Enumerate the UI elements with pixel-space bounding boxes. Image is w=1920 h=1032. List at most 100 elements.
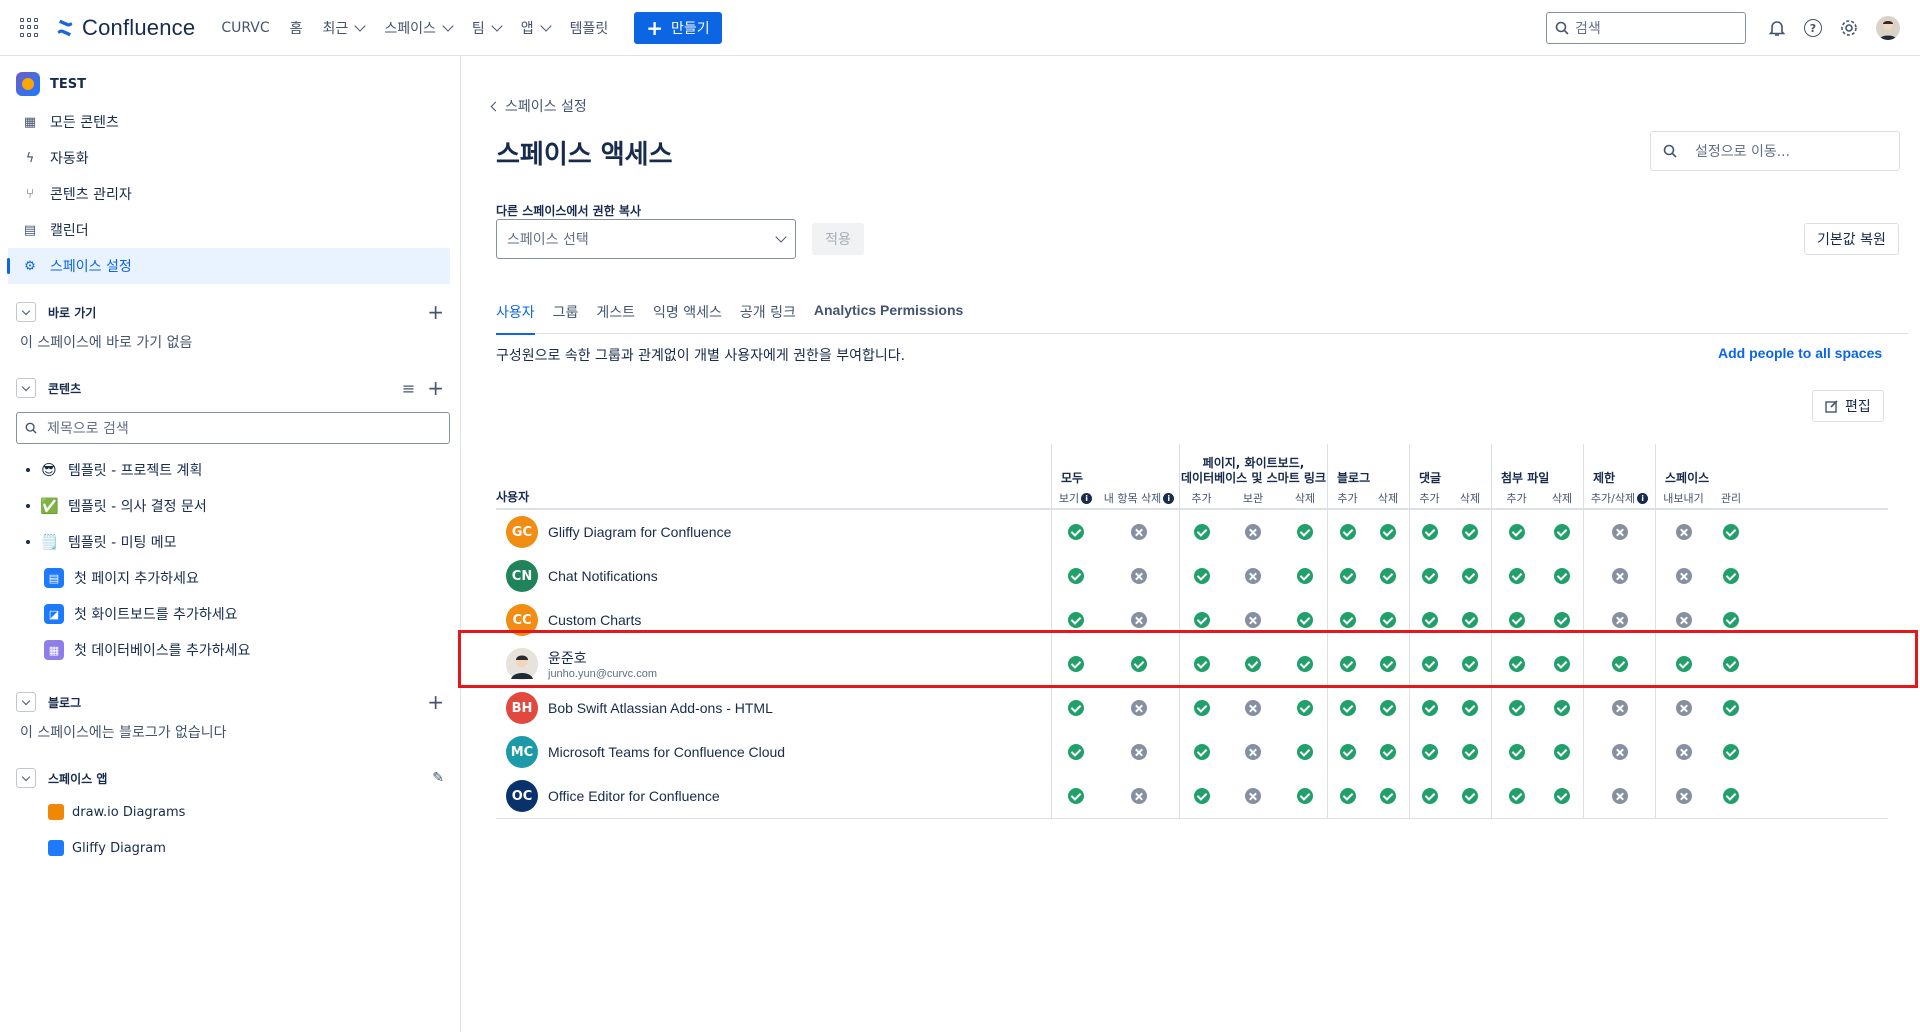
table-row: 윤준호 junho.yun@curvc.com xyxy=(496,642,1888,686)
check-circle-icon xyxy=(1421,700,1438,716)
check-circle-icon xyxy=(1508,612,1525,628)
space-select-dropdown[interactable]: 스페이스 선택 xyxy=(496,219,796,259)
tab-analytics-permissions[interactable]: Analytics Permissions xyxy=(814,302,963,334)
space-sidebar: TEST ▦ 모든 콘텐츠 ϟ 자동화 ⑂ 콘텐츠 관리자 ▤ 캘린더 ⚙ 스페… xyxy=(0,56,461,1032)
check-circle-icon xyxy=(1462,700,1478,716)
check-circle-icon xyxy=(1554,612,1570,628)
tab-public-links[interactable]: 공개 링크 xyxy=(740,302,796,334)
tree-item-decision-doc[interactable]: ✅ 템플릿 - 의사 결정 문서 xyxy=(0,488,460,524)
user-cell: GC Gliffy Diagram for Confluence xyxy=(496,510,1051,554)
permission-cell xyxy=(1099,510,1179,554)
app-item-drawio[interactable]: draw.io Diagrams xyxy=(0,794,460,830)
nav-recent[interactable]: 최근 xyxy=(323,18,366,38)
settings-goto-input[interactable]: 설정으로 이동... xyxy=(1650,131,1900,171)
section-title: 스페이스 앱 xyxy=(48,771,108,786)
tab-users[interactable]: 사용자 xyxy=(496,302,535,335)
check-circle-icon xyxy=(1067,612,1084,628)
app-switcher-icon[interactable] xyxy=(20,17,40,38)
permission-cell xyxy=(1223,598,1283,642)
notification-bell-icon[interactable] xyxy=(1768,19,1786,37)
user-name-block: Chat Notifications xyxy=(548,568,658,584)
sidebar-item-calendar[interactable]: ▤ 캘린더 xyxy=(0,212,460,248)
nav-spaces[interactable]: 스페이스 xyxy=(384,18,454,38)
permission-cell xyxy=(1409,730,1449,774)
space-header[interactable]: TEST xyxy=(0,56,460,104)
settings-gear-icon[interactable] xyxy=(1840,19,1858,37)
column-header: 보기 i xyxy=(1051,488,1099,508)
back-to-space-settings-link[interactable]: 스페이스 설정 xyxy=(490,96,587,116)
check-circle-icon xyxy=(1508,568,1525,584)
permission-cell xyxy=(1283,554,1327,598)
product-name: Confluence xyxy=(82,14,196,40)
create-button[interactable]: + 만들기 xyxy=(634,11,722,44)
permission-cell xyxy=(1283,686,1327,730)
help-icon[interactable]: ? xyxy=(1804,19,1822,37)
nav-templates[interactable]: 템플릿 xyxy=(570,18,609,38)
lightning-icon: ϟ xyxy=(25,150,35,166)
nav-curvc[interactable]: CURVC xyxy=(221,20,269,36)
user-avatar: BH xyxy=(506,692,538,724)
info-icon[interactable]: i xyxy=(1637,492,1649,504)
permission-cell xyxy=(1283,598,1327,642)
back-label: 스페이스 설정 xyxy=(505,99,587,115)
permission-cell xyxy=(1051,598,1099,642)
space-name: TEST xyxy=(50,76,86,92)
sidebar-item-all-content[interactable]: ▦ 모든 콘텐츠 xyxy=(0,104,460,140)
add-first-whiteboard-item[interactable]: ◪ 첫 화이트보드를 추가하세요 xyxy=(0,596,460,632)
add-shortcut-icon[interactable]: + xyxy=(427,300,444,324)
edit-pencil-icon[interactable]: ✎ xyxy=(432,770,444,786)
nav-teams[interactable]: 팀 xyxy=(472,18,503,38)
permission-cell xyxy=(1367,686,1409,730)
sidebar-item-space-settings[interactable]: ⚙ 스페이스 설정 xyxy=(7,248,450,284)
permission-cell xyxy=(1099,642,1179,686)
sidebar-item-automation[interactable]: ϟ 자동화 xyxy=(0,140,460,176)
check-circle-icon xyxy=(1723,612,1739,628)
collapse-shortcuts-button[interactable] xyxy=(16,302,36,322)
sidebar-item-label: 모든 콘텐츠 xyxy=(50,115,119,131)
info-icon[interactable]: i xyxy=(1163,492,1175,504)
info-icon[interactable]: i xyxy=(1081,492,1093,504)
permission-cell xyxy=(1449,554,1491,598)
collapse-apps-button[interactable] xyxy=(16,768,36,788)
user-avatar[interactable] xyxy=(1876,16,1900,40)
app-item-gliffy[interactable]: Gliffy Diagram xyxy=(0,830,460,866)
filter-icon[interactable]: ≡ xyxy=(402,379,415,398)
add-blog-icon[interactable]: + xyxy=(427,690,444,714)
user-avatar: GC xyxy=(506,516,538,548)
add-first-page-item[interactable]: ▤ 첫 페이지 추가하세요 xyxy=(0,560,460,596)
check-circle-icon xyxy=(1508,744,1525,760)
apply-button[interactable]: 적용 xyxy=(812,223,864,255)
collapse-blog-button[interactable] xyxy=(16,692,36,712)
add-content-icon[interactable]: + xyxy=(427,376,444,400)
check-circle-icon xyxy=(1193,656,1210,672)
permission-cell xyxy=(1367,510,1409,554)
space-avatar-icon xyxy=(16,72,40,96)
check-circle-icon xyxy=(1193,524,1210,540)
tree-item-meeting-notes[interactable]: 🗒️ 템플릿 - 미팅 메모 xyxy=(0,524,460,560)
content-title-search-input[interactable]: 제목으로 검색 xyxy=(16,412,450,444)
column-header-label: 추가 xyxy=(1419,492,1440,505)
tab-groups[interactable]: 그룹 xyxy=(553,302,579,334)
sidebar-item-content-manager[interactable]: ⑂ 콘텐츠 관리자 xyxy=(0,176,460,212)
add-people-to-all-spaces-link[interactable]: Add people to all spaces xyxy=(1718,345,1882,361)
edit-button[interactable]: 편집 xyxy=(1812,390,1884,422)
restore-defaults-button[interactable]: 기본값 복원 xyxy=(1804,223,1899,255)
content-manager-icon: ⑂ xyxy=(26,186,34,202)
check-circle-icon xyxy=(1380,700,1396,716)
nav-home[interactable]: 홈 xyxy=(290,18,303,38)
permission-cell xyxy=(1449,686,1491,730)
global-search-input[interactable]: 검색 xyxy=(1546,12,1746,44)
cross-circle-icon xyxy=(1131,788,1147,804)
check-circle-icon xyxy=(1339,568,1356,584)
tab-guests[interactable]: 게스트 xyxy=(596,302,635,334)
permission-cell xyxy=(1223,642,1283,686)
nav-apps[interactable]: 앱 xyxy=(521,18,552,38)
add-first-database-item[interactable]: ▦ 첫 데이터베이스를 추가하세요 xyxy=(0,632,460,668)
collapse-content-button[interactable] xyxy=(16,378,36,398)
tree-item-project-plan[interactable]: 😎 템플릿 - 프로젝트 계획 xyxy=(0,452,460,488)
confluence-logo[interactable]: Confluence xyxy=(56,15,195,41)
check-emoji-icon: ✅ xyxy=(40,497,59,515)
tab-anonymous-access[interactable]: 익명 액세스 xyxy=(653,302,722,334)
bullet-icon xyxy=(26,504,30,508)
column-header: 삭제 xyxy=(1541,488,1583,508)
